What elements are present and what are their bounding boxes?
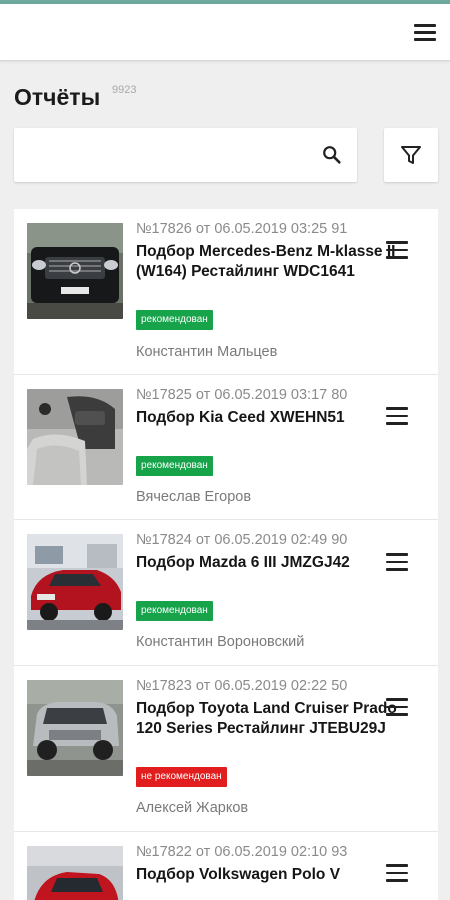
report-row[interactable]: №17822 от 06.05.2019 02:10 93 Подбор Vol… [14,832,438,900]
report-meta: №17825 от 06.05.2019 03:17 80 [136,387,348,403]
row-menu-icon[interactable] [386,864,408,882]
car-thumbnail [27,223,123,319]
report-meta: №17823 от 06.05.2019 02:22 50 [136,678,348,694]
page-title: Отчёты [14,84,101,110]
row-menu-icon[interactable] [386,241,408,259]
filter-icon [401,146,421,164]
car-thumbnail [27,389,123,485]
report-meta: №17824 от 06.05.2019 02:49 90 [136,532,348,548]
inspector-name: Алексей Жарков [136,800,249,816]
reports-list: №17826 от 06.05.2019 03:25 91 Подбор Mer… [14,209,438,900]
filter-button[interactable] [384,128,438,182]
report-meta: №17822 от 06.05.2019 02:10 93 [136,844,348,860]
report-title: Подбор Mazda 6 III JMZGJ42 [136,554,350,571]
report-meta: №17826 от 06.05.2019 03:25 91 [136,221,348,237]
report-row[interactable]: №17823 от 06.05.2019 02:22 50 Подбор Toy… [14,666,438,832]
status-badge: не рекомендован [136,767,227,787]
inspector-name: Константин Мальцев [136,344,278,360]
report-title: Подбор Toyota Land Cruiser Prado 120 Ser… [136,700,397,737]
inspector-name: Константин Вороновский [136,634,305,650]
search-input[interactable] [26,140,310,172]
status-badge: рекомендован [136,456,213,476]
row-menu-icon[interactable] [386,553,408,571]
status-badge: рекомендован [136,601,213,621]
report-title: Подбор Kia Ceed XWEHN51 [136,409,345,426]
app-bar [0,4,450,61]
row-menu-icon[interactable] [386,698,408,716]
search-icon[interactable] [321,144,343,166]
row-menu-icon[interactable] [386,407,408,425]
report-row[interactable]: №17825 от 06.05.2019 03:17 80 Подбор Kia… [14,375,438,520]
car-thumbnail [27,846,123,900]
report-title: Подбор Mercedes-Benz M-klasse II (W164) … [136,243,396,280]
reports-count: 9923 [112,84,137,96]
inspector-name: Вячеслав Егоров [136,489,252,505]
car-thumbnail [27,680,123,776]
report-title: Подбор Volkswagen Polo V [136,866,341,883]
car-thumbnail [27,534,123,630]
hamburger-icon[interactable] [414,24,436,41]
status-badge: рекомендован [136,310,213,330]
report-row[interactable]: №17826 от 06.05.2019 03:25 91 Подбор Mer… [14,209,438,375]
report-row[interactable]: №17824 от 06.05.2019 02:49 90 Подбор Maz… [14,520,438,666]
search-box [14,128,357,182]
